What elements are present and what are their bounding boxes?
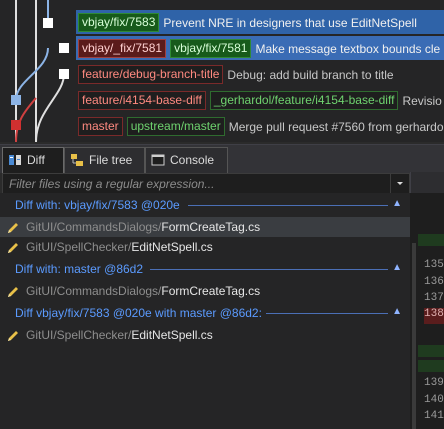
local-branch-badge: feature/i4154-base-diff: [78, 91, 206, 110]
diff-group-header[interactable]: Diff with: vbjay/fix/7583 @020e ▲: [0, 195, 410, 215]
file-dir: GitUI/SpellChecker/: [26, 328, 132, 342]
filter-dropdown-button[interactable]: [390, 174, 409, 193]
diff-group-label: Diff with: master @86d2: [15, 262, 148, 276]
commit-node: [43, 18, 53, 28]
file-filter-input[interactable]: [3, 174, 387, 193]
line-number: 138: [424, 308, 444, 324]
tab-label: File tree: [89, 153, 133, 167]
diff-added-marker: [418, 234, 444, 246]
collapse-icon[interactable]: ▲: [392, 198, 402, 209]
file-filter: [2, 173, 410, 194]
local-branch-badge: master: [78, 117, 123, 136]
line-number: 139: [424, 377, 444, 389]
diff-added-marker: [418, 360, 444, 372]
file-item[interactable]: GitUI/CommandsDialogs/FormCreateTag.cs: [0, 217, 410, 237]
commit-message: Debug: add build branch to title: [227, 67, 394, 82]
commit-message: Make message textbox bounds cle: [255, 41, 441, 56]
changed-files-list[interactable]: Diff with: vbjay/fix/7583 @020e ▲ GitUI/…: [0, 193, 410, 429]
file-name: EditNetSpell.cs: [131, 240, 213, 254]
tab-diff[interactable]: Diff: [2, 147, 64, 173]
file-item[interactable]: GitUI/SpellChecker/EditNetSpell.cs: [0, 237, 410, 257]
local-branch-badge: vbjay/_fix/7581: [78, 39, 167, 58]
diff-icon: [9, 155, 21, 165]
tab-label: Console: [170, 153, 215, 167]
line-number: 140: [424, 394, 444, 406]
remote-branch-badge: vbjay/fix/7583: [78, 13, 160, 32]
diff-added-marker: [418, 345, 444, 357]
diff-group-header[interactable]: Diff vbjay/fix/7583 @020e with master @8…: [0, 303, 410, 323]
file-item[interactable]: GitUI/SpellChecker/EditNetSpell.cs: [0, 325, 410, 345]
file-name: EditNetSpell.cs: [131, 328, 213, 342]
commit-row[interactable]: feature/i4154-base-diff _gerhardol/featu…: [76, 88, 444, 112]
tab-label: Diff: [27, 153, 45, 167]
file-name: FormCreateTag.cs: [161, 284, 261, 298]
commit-row[interactable]: master upstream/master Merge pull reques…: [76, 114, 444, 138]
commit-row[interactable]: feature/debug-branch-title Debug: add bu…: [76, 62, 444, 86]
modified-pencil-icon: [8, 331, 18, 341]
line-number: 141: [424, 410, 444, 422]
commit-node: [11, 95, 21, 105]
commit-message: Prevent NRE in designers that use EditNe…: [163, 15, 417, 30]
console-icon: [151, 154, 165, 166]
tab-console[interactable]: Console: [145, 147, 228, 173]
commit-row[interactable]: vbjay/fix/7583 Prevent NRE in designers …: [76, 10, 444, 34]
branch-graph-lines: [11, 0, 69, 142]
remote-branch-badge: _gerhardol/feature/i4154-base-diff: [209, 91, 399, 110]
diff-group-label: Diff vbjay/fix/7583 @020e with master @8…: [15, 306, 266, 320]
file-tree-icon: [71, 154, 83, 166]
file-dir: GitUI/CommandsDialogs/: [26, 284, 162, 298]
line-number: 137: [424, 292, 444, 304]
commit-node: [59, 43, 69, 53]
modified-pencil-icon: [8, 287, 18, 297]
file-name: FormCreateTag.cs: [161, 220, 261, 234]
commit-node: [59, 69, 69, 79]
chevron-down-icon: [397, 182, 403, 185]
modified-pencil-icon: [8, 243, 18, 253]
tab-bar: Diff File tree Console: [0, 144, 444, 173]
diff-group-header[interactable]: Diff with: master @86d2 ▲: [0, 259, 410, 279]
tab-file-tree[interactable]: File tree: [64, 147, 145, 173]
file-item[interactable]: GitUI/CommandsDialogs/FormCreateTag.cs: [0, 281, 410, 301]
commit-row[interactable]: vbjay/_fix/7581 vbjay/fix/7581 Make mess…: [76, 36, 444, 60]
commit-message: Merge pull request #7560 from gerhardo: [228, 119, 444, 134]
collapse-icon[interactable]: ▲: [392, 306, 402, 317]
local-branch-badge: feature/debug-branch-title: [78, 65, 224, 84]
revision-graph[interactable]: vbjay/fix/7583 Prevent NRE in designers …: [0, 0, 444, 142]
collapse-icon[interactable]: ▲: [392, 262, 402, 273]
line-number: 136: [424, 276, 444, 288]
commit-message: Revisio: [402, 93, 442, 108]
commit-node: [11, 120, 21, 130]
remote-branch-badge: upstream/master: [126, 117, 225, 136]
file-dir: GitUI/SpellChecker/: [26, 240, 132, 254]
file-dir: GitUI/CommandsDialogs/: [26, 220, 162, 234]
line-number: 135: [424, 259, 444, 271]
remote-branch-badge: vbjay/fix/7581: [170, 39, 252, 58]
diff-toolbar: [410, 172, 444, 193]
diff-group-label: Diff with: vbjay/fix/7583 @020e: [15, 198, 184, 212]
modified-pencil-icon: [8, 223, 18, 233]
